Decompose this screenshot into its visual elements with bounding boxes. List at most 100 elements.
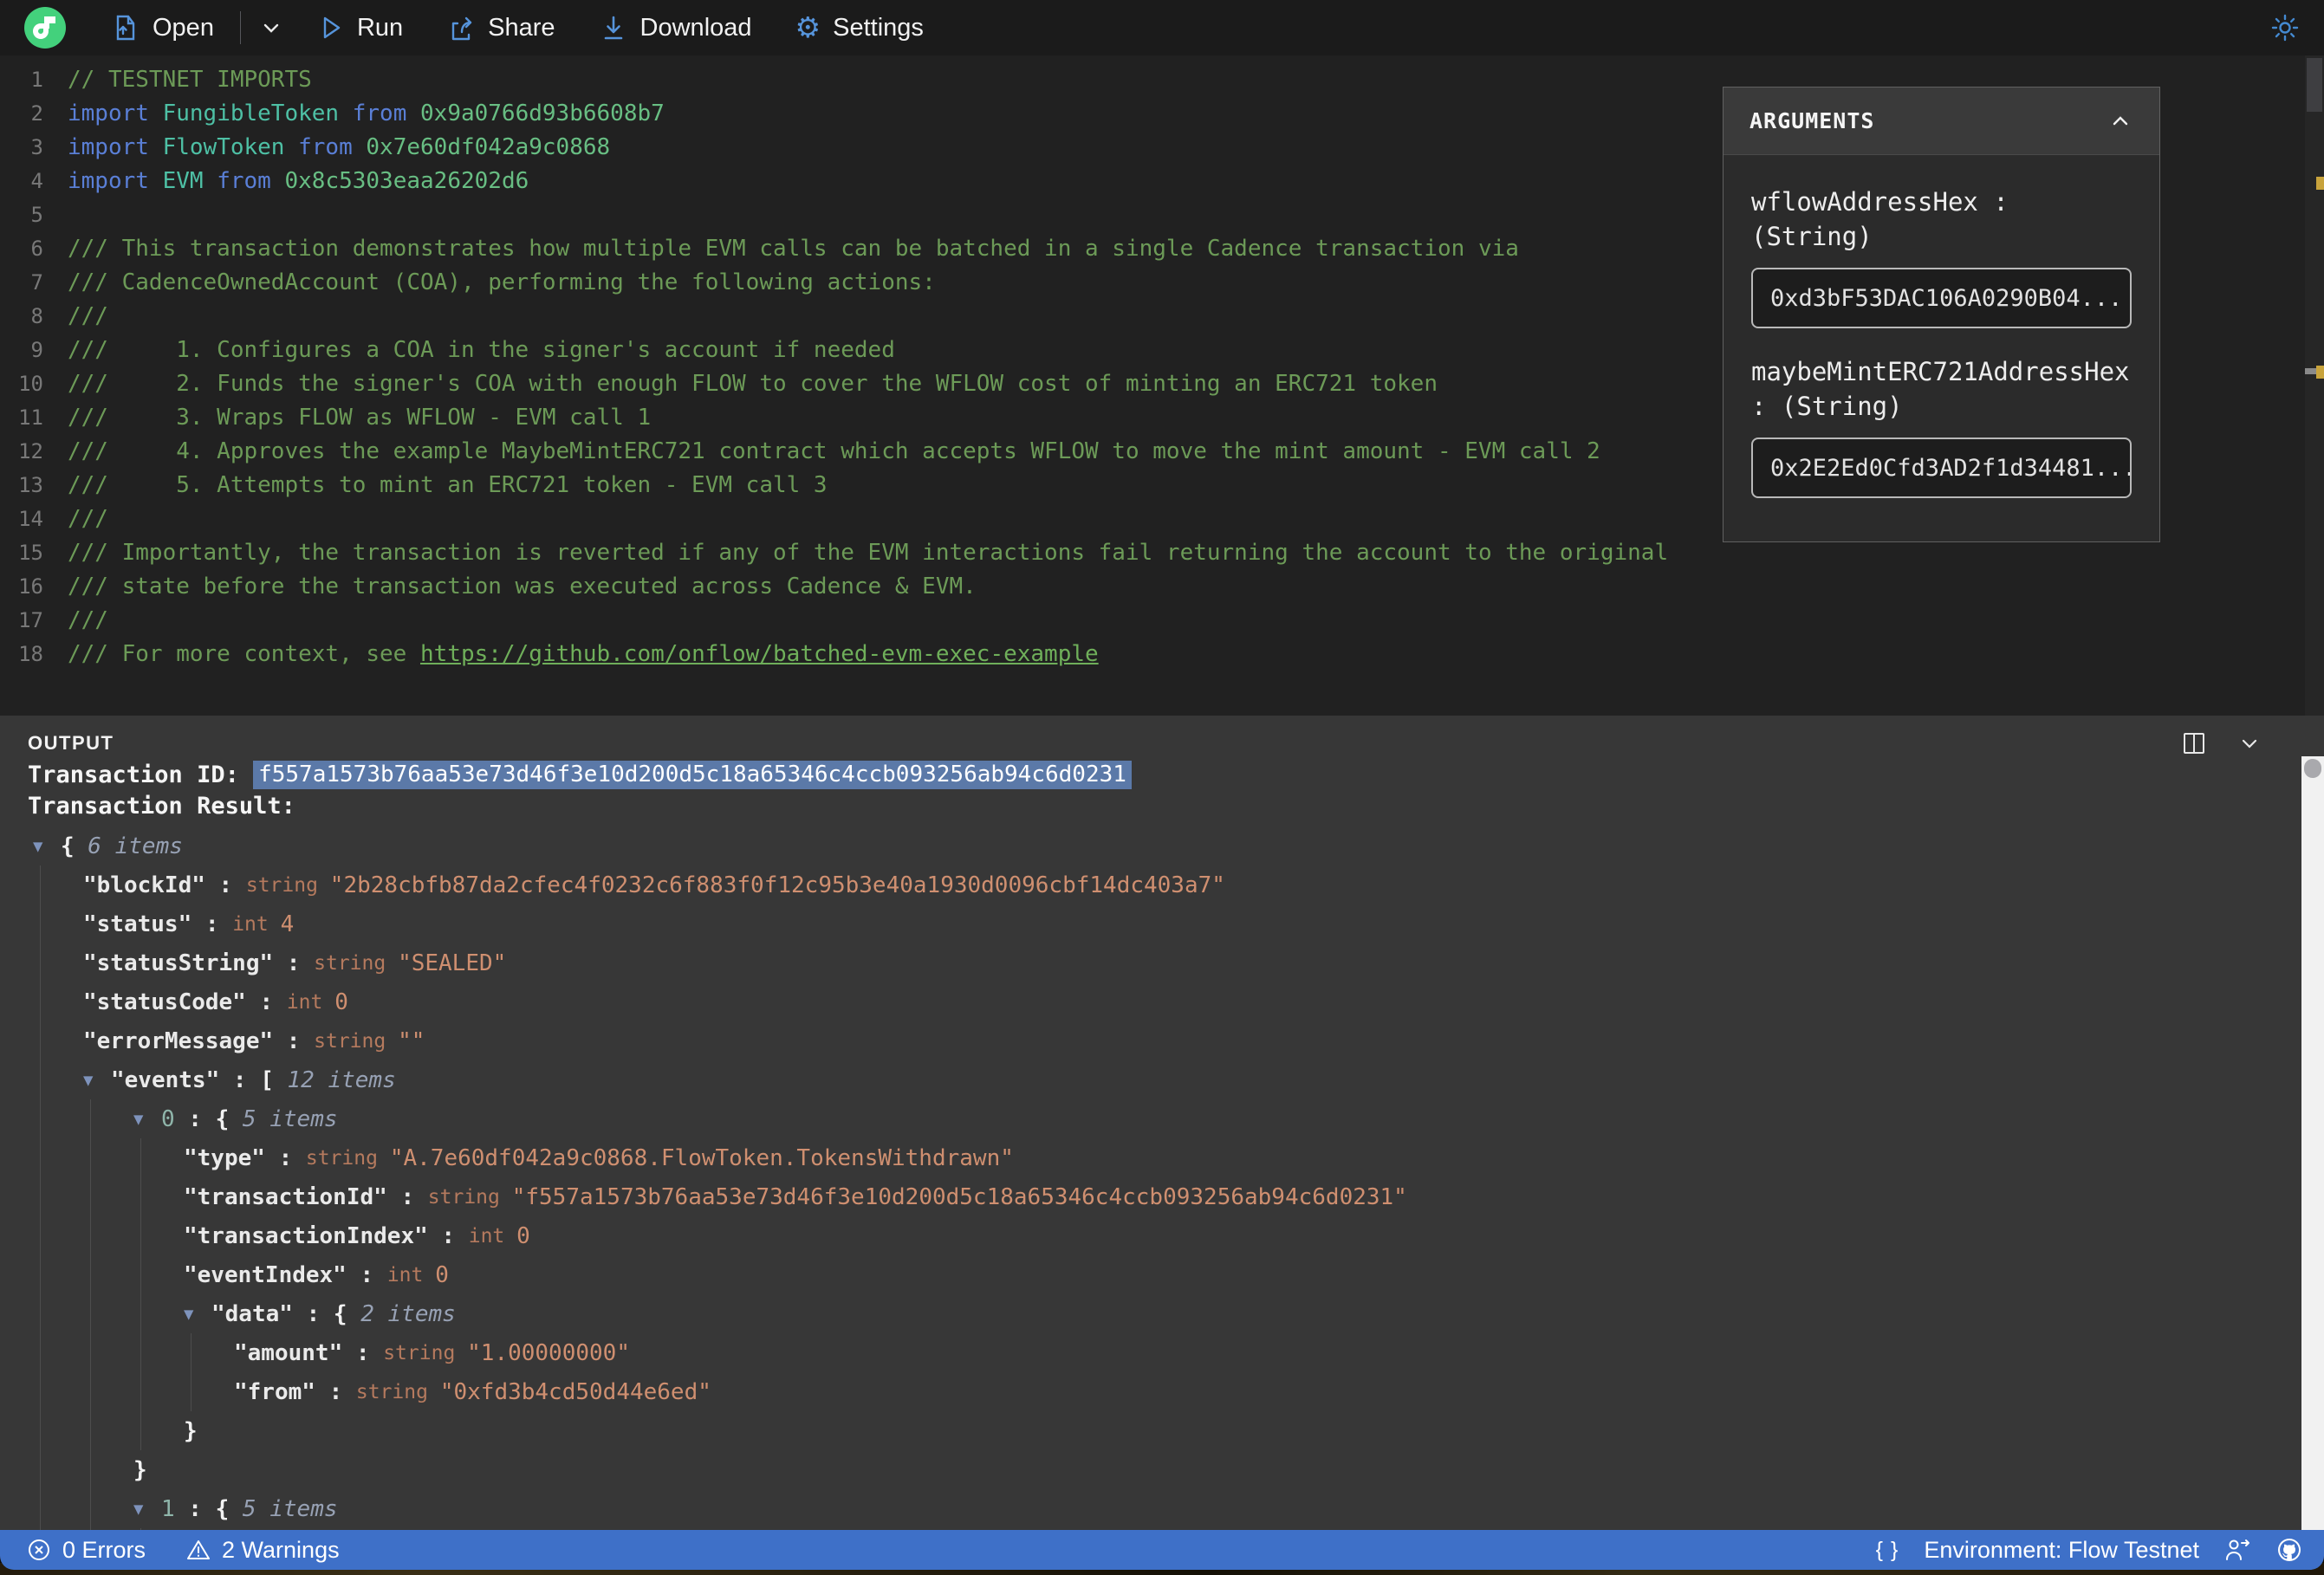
feedback-person-icon[interactable] xyxy=(2223,1536,2251,1564)
collapse-output-chevron-icon[interactable] xyxy=(2237,731,2262,755)
arguments-header[interactable]: ARGUMENTS xyxy=(1724,88,2159,155)
line-number: 10 xyxy=(18,371,43,396)
collapse-chevron-up-icon[interactable] xyxy=(2107,108,2133,134)
run-button[interactable]: Run xyxy=(308,13,410,42)
json-segment-key: "events" xyxy=(111,1066,220,1093)
share-button[interactable]: Share xyxy=(439,13,562,42)
indent-guide xyxy=(40,1177,83,1216)
error-circle-icon xyxy=(29,1539,49,1560)
light-mode-sun-icon[interactable] xyxy=(2270,13,2300,42)
open-dropdown-chevron-icon[interactable] xyxy=(256,13,286,42)
json-segment-tl: string xyxy=(314,1029,399,1053)
indent-guide xyxy=(40,1294,83,1333)
environment-label[interactable]: Environment: Flow Testnet xyxy=(1924,1537,2199,1564)
json-segment-it: 5 items xyxy=(229,1495,338,1522)
code-token: /// Importantly, the transaction is reve… xyxy=(68,539,1669,566)
transaction-id-value[interactable]: f557a1573b76aa53e73d46f3e10d200d5c18a653… xyxy=(253,760,1132,789)
indent-guide xyxy=(140,1138,184,1177)
json-row: "blockId" : string "2b28cbfb87da2cfec4f0… xyxy=(0,865,2324,904)
toolbar: Open Run Share Download ⚙ Settings xyxy=(0,0,2324,55)
json-segment-co: : xyxy=(273,1027,315,1054)
json-segment-iv: 0 xyxy=(516,1222,530,1249)
argument-input[interactable]: 0xd3bF53DAC106A0290B04... xyxy=(1751,268,2132,328)
json-segment-co: : xyxy=(273,950,315,976)
json-segment-iv: 4 xyxy=(280,911,295,937)
indent-guide xyxy=(40,1099,83,1138)
expand-arrow-icon[interactable]: ▼ xyxy=(83,1071,111,1090)
line-number: 12 xyxy=(18,438,43,463)
gray-marker xyxy=(2305,368,2316,374)
json-segment-tl: string xyxy=(314,951,399,975)
json-segment-co: : xyxy=(174,1105,216,1132)
code-line[interactable]: 16 /// state before the transaction was e… xyxy=(0,569,2324,603)
line-number: 14 xyxy=(18,506,43,531)
code-token: 0x7e60df042a9c0868 xyxy=(366,133,611,160)
warnings-status[interactable]: 2 Warnings xyxy=(185,1537,340,1564)
download-button[interactable]: Download xyxy=(592,13,759,42)
editor-scrollbar[interactable] xyxy=(2305,55,2324,716)
json-segment-co: : xyxy=(346,1261,387,1288)
json-segment-tl: int xyxy=(286,990,335,1014)
json-segment-sv: "0xfd3b4cd50d44e6ed" xyxy=(439,1378,711,1405)
indent-guide xyxy=(90,1333,133,1372)
code-line[interactable]: 18 /// For more context, see https://gith… xyxy=(0,637,2324,671)
indent-guide xyxy=(90,1294,133,1333)
json-segment-sv: "2b28cbfb87da2cfec4f0232c6f883f0f12c95b3… xyxy=(329,872,1225,898)
json-row: "transactionIndex" : int 0 xyxy=(0,1216,2324,1255)
json-segment-key: "transactionIndex" xyxy=(184,1222,428,1249)
json-segment-co: : xyxy=(204,872,246,898)
transaction-result-line: Transaction Result: xyxy=(0,790,2324,821)
indent-guide xyxy=(40,1411,83,1450)
indent-guide xyxy=(40,982,83,1021)
indent-guide xyxy=(40,943,83,982)
json-segment-sv: "SEALED" xyxy=(398,950,507,976)
json-segment-key: "statusCode" xyxy=(83,988,246,1015)
line-number: 17 xyxy=(18,607,43,632)
code-editor[interactable]: 1 // TESTNET IMPORTS 2 import FungibleToken… xyxy=(0,55,2324,716)
split-panel-icon[interactable] xyxy=(2182,731,2206,755)
arguments-panel: ARGUMENTS wflowAddressHex : (String) 0xd3… xyxy=(1723,87,2160,542)
errors-count: 0 Errors xyxy=(62,1536,146,1563)
json-segment-key: "transactionId" xyxy=(184,1183,387,1210)
expand-arrow-icon[interactable]: ▼ xyxy=(33,837,61,856)
expand-arrow-icon[interactable]: ▼ xyxy=(184,1305,211,1324)
editor-scrollbar-thumb[interactable] xyxy=(2307,58,2322,112)
json-segment-co: : xyxy=(245,988,287,1015)
json-segment-ix: 1 xyxy=(161,1495,175,1522)
indent-guide xyxy=(90,1255,133,1294)
code-token: /// 2. Funds the signer's COA with enoug… xyxy=(68,370,1438,397)
output-scrollbar[interactable] xyxy=(2301,756,2324,1530)
indent-guide xyxy=(90,1411,133,1450)
github-icon[interactable] xyxy=(2275,1536,2303,1564)
json-segment-it: 2 items xyxy=(347,1300,456,1327)
indent-guide xyxy=(191,1372,234,1411)
code-line[interactable]: 17 /// xyxy=(0,603,2324,637)
open-button[interactable]: Open xyxy=(104,13,221,42)
open-file-icon xyxy=(111,13,140,42)
json-segment-co: : xyxy=(192,911,233,937)
code-token: /// 1. Configures a COA in the signer's … xyxy=(68,336,895,363)
argument-input[interactable]: 0x2E2Ed0Cfd3AD2f1d34481... xyxy=(1751,438,2132,498)
transaction-id-label: Transaction ID: xyxy=(28,761,254,788)
json-segment-tl: string xyxy=(383,1341,468,1364)
code-token: // TESTNET IMPORTS xyxy=(68,66,312,93)
errors-status[interactable]: 0 Errors xyxy=(26,1537,146,1564)
json-segment-b: { xyxy=(215,1105,230,1132)
indent-guide xyxy=(40,1333,83,1372)
output-scrollbar-thumb[interactable] xyxy=(2304,759,2321,778)
json-segment-ix: 0 xyxy=(161,1105,175,1132)
settings-button[interactable]: ⚙ Settings xyxy=(789,13,931,42)
warnings-count: 2 Warnings xyxy=(222,1536,340,1563)
indent-guide xyxy=(140,1255,184,1294)
line-number: 16 xyxy=(18,574,43,599)
expand-arrow-icon[interactable]: ▼ xyxy=(133,1110,161,1129)
json-segment-b: } xyxy=(184,1417,198,1444)
code-link[interactable]: https://github.com/onflow/batched-evm-ex… xyxy=(420,641,1099,667)
code-token: /// xyxy=(68,505,108,532)
expand-arrow-icon[interactable]: ▼ xyxy=(133,1500,161,1519)
json-segment-iv: 0 xyxy=(435,1261,449,1288)
